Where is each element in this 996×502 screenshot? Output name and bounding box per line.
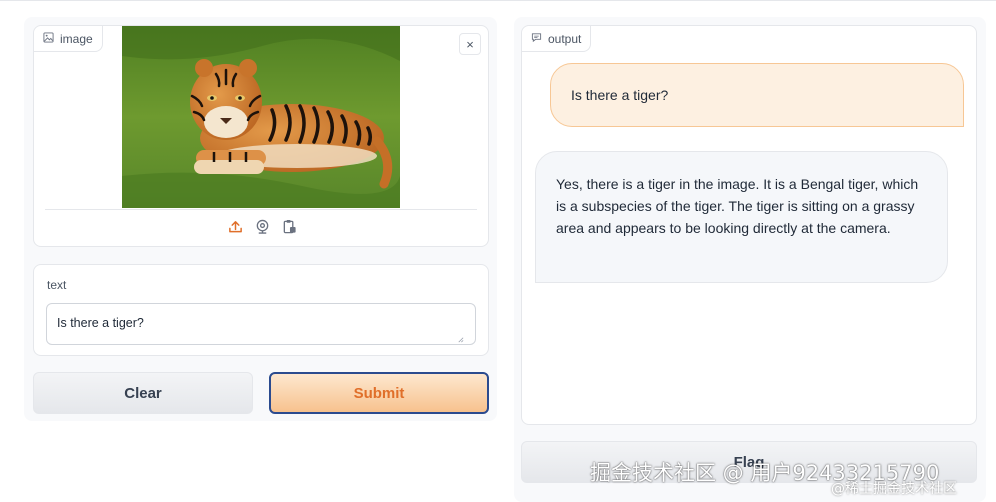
top-divider (0, 0, 996, 1)
chat-icon (531, 32, 542, 46)
output-label-tag: output (522, 26, 592, 52)
bot-message: Yes, there is a tiger in the image. It i… (535, 151, 948, 283)
clipboard-icon[interactable] (281, 218, 298, 235)
clear-image-button[interactable]: × (459, 33, 481, 55)
close-icon: × (466, 36, 474, 52)
image-panel: image × (33, 25, 489, 247)
image-icon (43, 31, 54, 46)
clear-button[interactable]: Clear (33, 372, 253, 414)
uploaded-image (122, 26, 400, 208)
user-message: Is there a tiger? (550, 63, 964, 127)
text-input[interactable]: Is there a tiger? (46, 303, 476, 345)
image-toolbar-divider (45, 209, 477, 210)
webcam-icon[interactable] (254, 218, 271, 235)
image-label-tag: image (34, 26, 103, 52)
upload-icon[interactable] (227, 218, 244, 235)
submit-button[interactable]: Submit (269, 372, 489, 414)
output-panel: output Is there a tiger? Yes, there is a… (521, 25, 977, 425)
text-label: text (47, 278, 67, 292)
image-source-toolbar (34, 218, 490, 235)
image-label: image (60, 31, 93, 46)
text-panel: text Is there a tiger? (33, 264, 489, 356)
watermark-subtext: @稀土掘金技术社区 (831, 481, 957, 497)
output-label: output (548, 31, 582, 46)
resize-handle-icon[interactable] (457, 336, 464, 343)
